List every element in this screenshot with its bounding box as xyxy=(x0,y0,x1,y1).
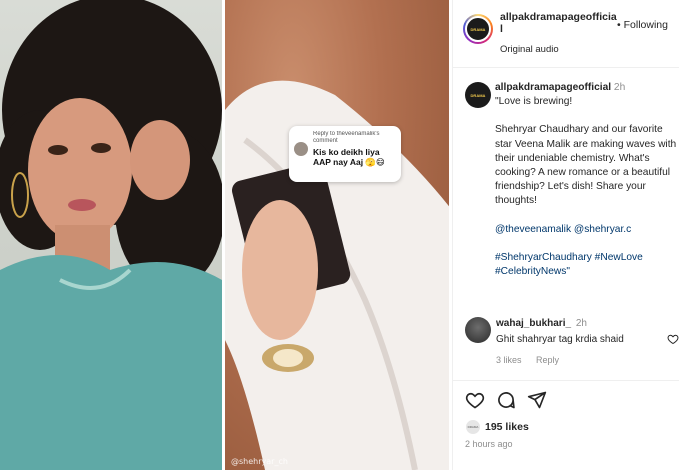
caption-hashtags[interactable]: #ShehryarChaudhary #NewLove #CelebrityNe… xyxy=(495,251,679,279)
comment-likes[interactable]: 3 likes xyxy=(496,355,522,365)
post-image-left xyxy=(0,0,222,470)
commenter-row: wahaj_bukhari_ 2h xyxy=(496,318,587,329)
following-label: Following xyxy=(623,19,668,31)
likes-count[interactable]: 195 likes xyxy=(485,421,529,433)
caption-avatar-label: DRAMA xyxy=(470,92,486,98)
reply-header: Reply to theveenamalik's comment xyxy=(313,131,380,144)
caption-avatar[interactable]: DRAMA xyxy=(465,82,491,108)
likes-row: DRAMA 195 likes xyxy=(465,419,529,435)
comment-meta: 3 likes Reply xyxy=(496,355,571,365)
commenter-avatar[interactable] xyxy=(465,317,491,343)
following-button[interactable]: • Following xyxy=(617,19,668,31)
comment-text: Ghit shahryar tag krdia shaid xyxy=(496,334,624,345)
post-details-panel: DRAMA allpakdramapageofficial • Followin… xyxy=(452,0,679,470)
reply-sticker: Reply to theveenamalik's comment Kis ko … xyxy=(289,126,401,182)
heart-icon[interactable] xyxy=(465,390,485,410)
liker-avatar: DRAMA xyxy=(465,419,481,435)
caption-text: allpakdramapageofficial 2h "Love is brew… xyxy=(495,81,679,293)
reel-video[interactable]: Reply to theveenamalik's comment Kis ko … xyxy=(222,0,449,470)
follow-dot: • xyxy=(617,19,621,31)
commenter-username[interactable]: wahaj_bukhari_ xyxy=(496,318,571,329)
comment-time: 2h xyxy=(575,318,587,329)
woman-portrait-illustration xyxy=(0,0,222,470)
reply-text: Kis ko deikh liya AAP nay Aaj 🫣😄 xyxy=(313,147,385,167)
comment-reply-button[interactable]: Reply xyxy=(536,355,559,365)
post-header: DRAMA allpakdramapageofficial • Followin… xyxy=(453,0,679,68)
reply-avatar xyxy=(294,142,308,156)
audio-link[interactable]: Original audio xyxy=(500,44,559,55)
caption-time: 2h xyxy=(613,82,626,93)
post-timestamp: 2 hours ago xyxy=(465,439,513,449)
video-frame-illustration xyxy=(225,80,449,470)
comment-heart-icon[interactable] xyxy=(667,333,679,345)
avatar-label: DRAMA xyxy=(470,26,486,32)
author-username[interactable]: allpakdramapageofficial xyxy=(500,11,618,35)
author-avatar[interactable]: DRAMA xyxy=(463,14,493,44)
caption-username[interactable]: allpakdramapageofficial xyxy=(495,82,611,93)
action-icons xyxy=(465,390,547,412)
post-actions: DRAMA 195 likes 2 hours ago xyxy=(453,380,679,470)
comment-icon[interactable] xyxy=(496,390,516,410)
caption-mentions[interactable]: @theveenamalik @shehryar.c xyxy=(495,223,679,237)
caption-para-2: Shehryar Chaudhary and our favorite star… xyxy=(495,124,677,207)
caption-para-1: "Love is brewing! xyxy=(495,96,573,108)
video-watermark: @shehryar_ch xyxy=(231,457,288,466)
liker-avatar-label: DRAMA xyxy=(467,425,479,429)
paper-plane-icon[interactable] xyxy=(527,390,547,410)
